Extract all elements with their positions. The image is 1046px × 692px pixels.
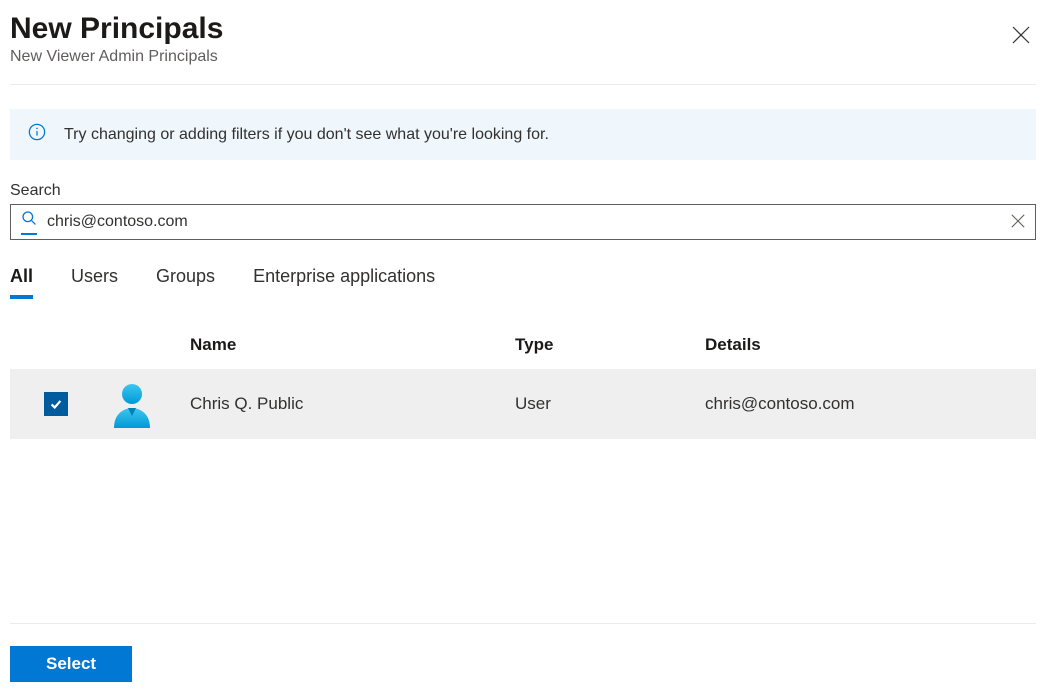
table-header: Name Type Details — [10, 329, 1036, 369]
row-details: chris@contoso.com — [705, 394, 1036, 414]
search-icon — [21, 210, 37, 235]
row-checkbox[interactable] — [44, 392, 68, 416]
search-input[interactable] — [47, 213, 1001, 231]
tab-groups[interactable]: Groups — [156, 266, 215, 299]
info-icon — [28, 123, 46, 146]
tab-users[interactable]: Users — [71, 266, 118, 299]
clear-search-icon[interactable] — [1011, 212, 1025, 233]
tab-bar: All Users Groups Enterprise applications — [10, 266, 1036, 299]
search-label: Search — [10, 182, 1036, 200]
tab-all[interactable]: All — [10, 266, 33, 299]
info-message-text: Try changing or adding filters if you do… — [64, 126, 549, 144]
close-icon[interactable] — [1012, 26, 1030, 48]
row-type: User — [515, 394, 705, 414]
column-type: Type — [515, 335, 705, 355]
table-row[interactable]: Chris Q. Public User chris@contoso.com — [10, 369, 1036, 439]
row-name: Chris Q. Public — [190, 394, 515, 414]
tab-enterprise-applications[interactable]: Enterprise applications — [253, 266, 435, 299]
column-name: Name — [190, 335, 515, 355]
page-title: New Principals — [10, 12, 1036, 46]
select-button[interactable]: Select — [10, 646, 132, 682]
column-details: Details — [705, 335, 1036, 355]
user-avatar-icon — [108, 380, 156, 428]
search-field-wrapper[interactable] — [10, 204, 1036, 240]
divider — [10, 84, 1036, 85]
info-message-box: Try changing or adding filters if you do… — [10, 109, 1036, 160]
page-subtitle: New Viewer Admin Principals — [10, 48, 1036, 66]
